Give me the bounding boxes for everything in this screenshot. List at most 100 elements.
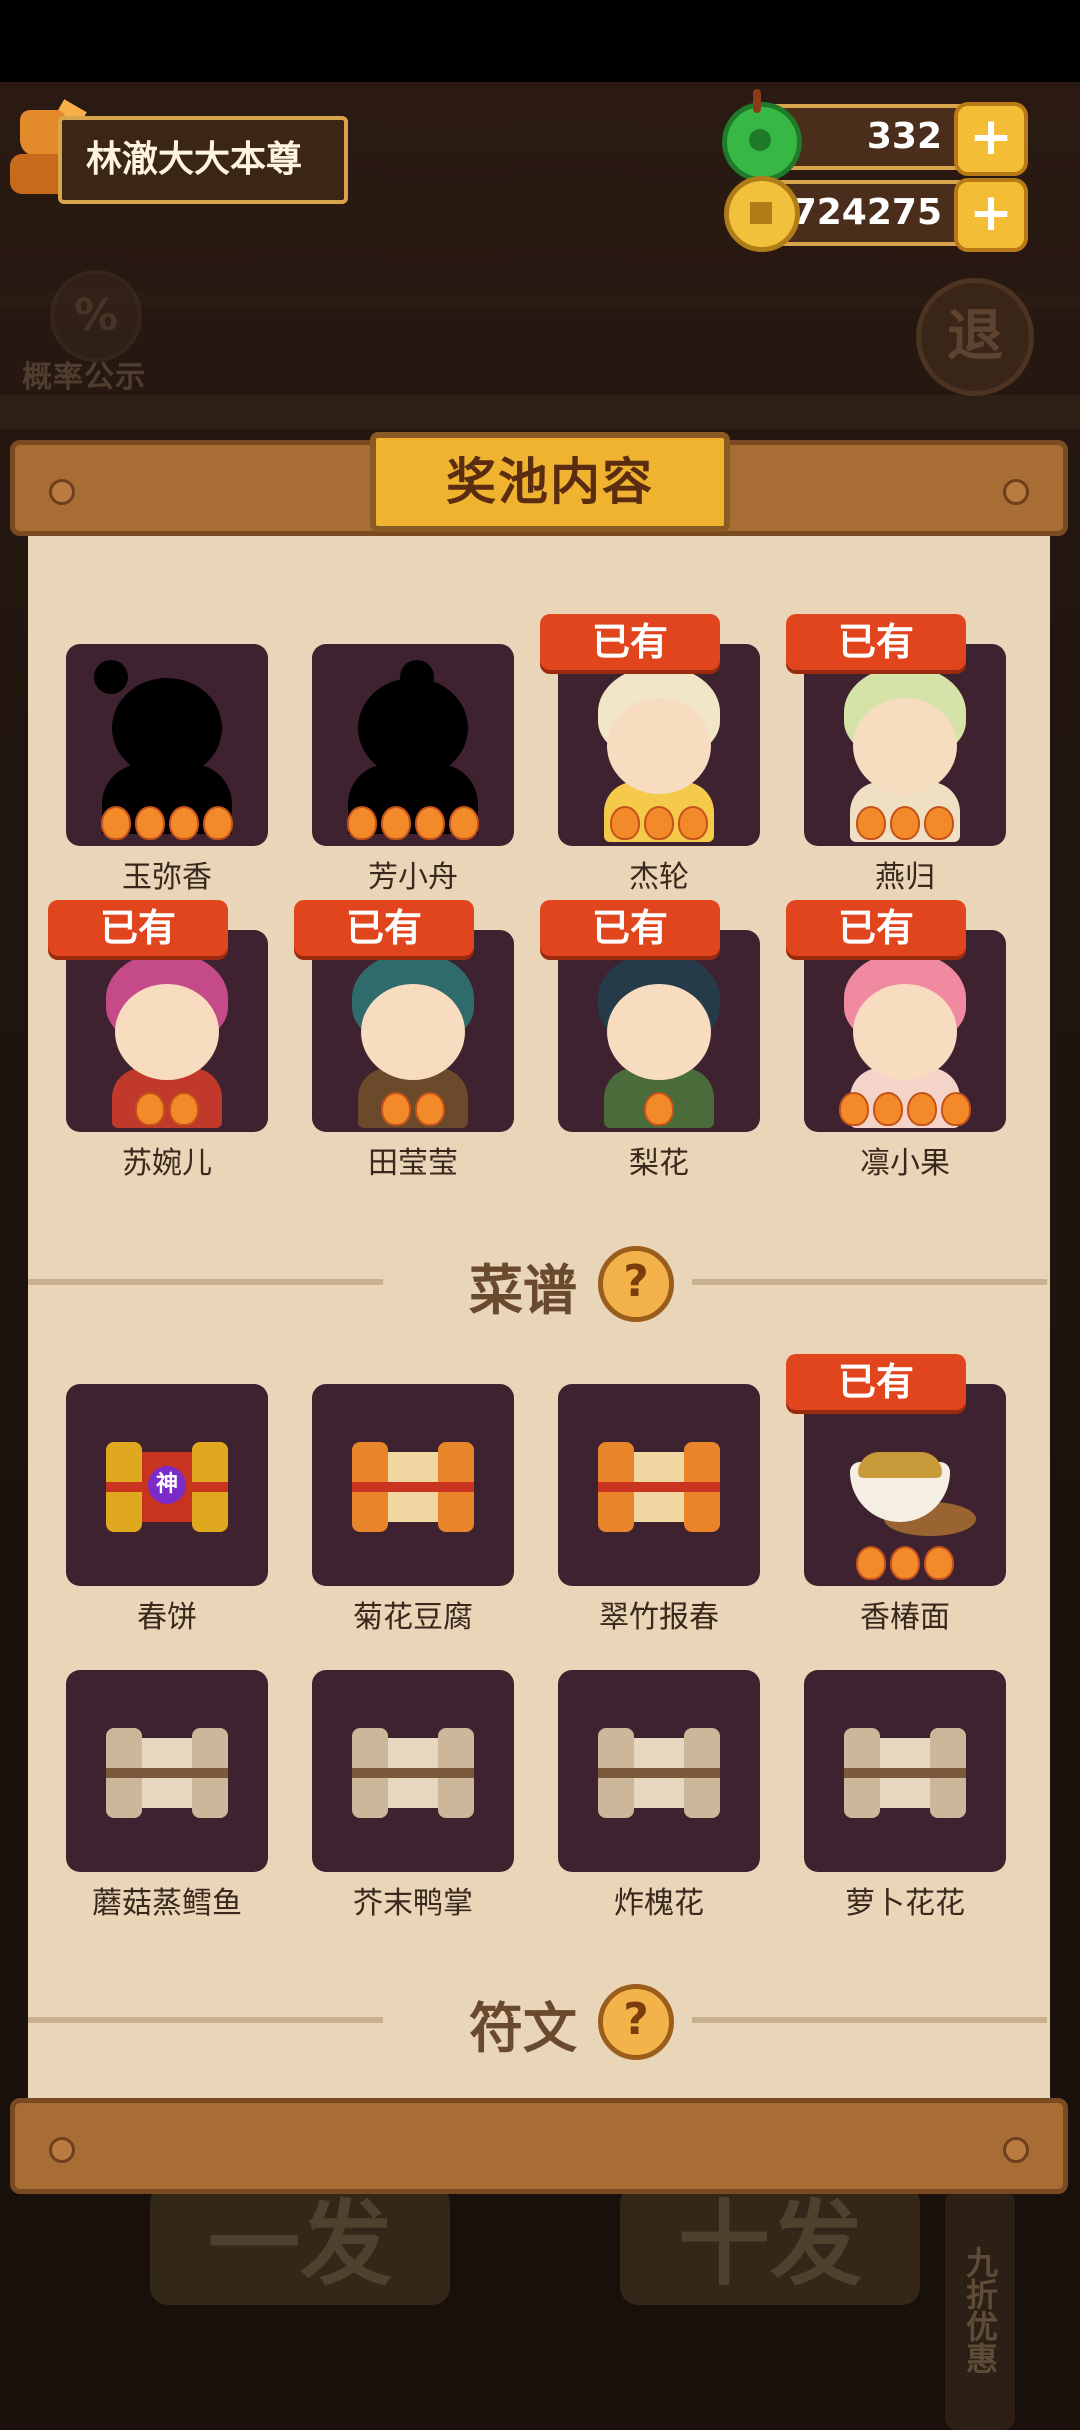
probability-label[interactable]: 概率公示 bbox=[22, 352, 146, 396]
recipe-scroll-icon bbox=[844, 1728, 966, 1818]
recipe-scroll-icon: 神 bbox=[106, 1442, 228, 1532]
character-card[interactable] bbox=[312, 644, 514, 846]
runes-help-icon[interactable]: ? bbox=[598, 1984, 674, 2060]
recipe-name: 翠竹报春 bbox=[599, 1600, 719, 1635]
silhouette-bun bbox=[94, 660, 128, 694]
rarity-flames bbox=[558, 1092, 760, 1126]
character-portrait bbox=[607, 984, 711, 1080]
divider-line bbox=[692, 2017, 1047, 2023]
dish-food bbox=[858, 1452, 942, 1478]
player-name-plate[interactable]: 林澈大大本尊 bbox=[58, 116, 348, 204]
recipe-name: 萝卜花花 bbox=[845, 1886, 965, 1921]
character-name: 燕归 bbox=[875, 860, 935, 895]
recipe-name: 蘑菇蒸鳕鱼 bbox=[92, 1886, 242, 1921]
owned-badge: 已有 bbox=[48, 900, 228, 956]
recipes-section-header: 菜谱? bbox=[28, 1236, 1050, 1326]
scroll-tie bbox=[598, 1482, 720, 1492]
character-card[interactable] bbox=[66, 644, 268, 846]
jade-value: 332 bbox=[866, 116, 942, 157]
flame-icon bbox=[415, 806, 445, 840]
character-name: 梨花 bbox=[629, 1146, 689, 1181]
background-rail bbox=[0, 395, 1080, 429]
ten-draw-button[interactable]: 十发 bbox=[620, 2185, 920, 2305]
panel-bottom-bar bbox=[10, 2098, 1068, 2194]
add-jade-button[interactable]: + bbox=[954, 102, 1028, 176]
flame-icon bbox=[203, 806, 233, 840]
recipe-card[interactable] bbox=[804, 1384, 1006, 1586]
character-name: 杰轮 bbox=[629, 860, 689, 895]
divine-badge: 神 bbox=[148, 1466, 186, 1504]
recipe-scroll-icon bbox=[598, 1442, 720, 1532]
discount-tag: 九折优惠 bbox=[945, 2190, 1015, 2430]
flame-icon bbox=[381, 1092, 411, 1126]
recipes-section-title: 菜谱 bbox=[469, 1259, 577, 1322]
flame-icon bbox=[169, 806, 199, 840]
flame-icon bbox=[101, 806, 131, 840]
character-name: 田莹莹 bbox=[368, 1146, 458, 1181]
rarity-flames bbox=[804, 806, 1006, 840]
background-rail bbox=[0, 290, 1080, 308]
recipe-scroll-icon bbox=[352, 1728, 474, 1818]
runes-section-title: 符文 bbox=[469, 1997, 577, 2060]
add-coins-button[interactable]: + bbox=[954, 178, 1028, 252]
rarity-flames bbox=[66, 806, 268, 840]
flame-icon bbox=[135, 1092, 165, 1126]
character-portrait bbox=[853, 698, 957, 794]
exit-button[interactable]: 退 bbox=[916, 278, 1034, 396]
divider-line bbox=[28, 1279, 383, 1285]
divider-line bbox=[692, 1279, 1047, 1285]
recipe-card[interactable] bbox=[312, 1670, 514, 1872]
rarity-flames bbox=[804, 1092, 1006, 1126]
rarity-flames bbox=[312, 1092, 514, 1126]
status-bar bbox=[0, 0, 1080, 82]
runes-section-header: 符文? bbox=[28, 1974, 1050, 2064]
character-card[interactable] bbox=[312, 930, 514, 1132]
character-portrait bbox=[853, 984, 957, 1080]
scroll-tie bbox=[598, 1768, 720, 1778]
character-card[interactable] bbox=[804, 644, 1006, 846]
recipe-name: 香椿面 bbox=[860, 1600, 950, 1635]
recipe-card[interactable] bbox=[312, 1384, 514, 1586]
flame-icon bbox=[347, 806, 377, 840]
recipe-scroll-icon bbox=[106, 1728, 228, 1818]
probability-icon[interactable]: % bbox=[50, 270, 142, 362]
owned-badge: 已有 bbox=[540, 614, 720, 670]
character-portrait bbox=[607, 698, 711, 794]
coin-icon bbox=[724, 176, 800, 252]
flame-icon bbox=[873, 1092, 903, 1126]
character-card[interactable] bbox=[66, 930, 268, 1132]
divider-line bbox=[28, 2017, 383, 2023]
recipe-card[interactable]: 神 bbox=[66, 1384, 268, 1586]
scroll-tie bbox=[844, 1768, 966, 1778]
recipe-card[interactable] bbox=[804, 1670, 1006, 1872]
flame-icon bbox=[678, 806, 708, 840]
recipe-card[interactable] bbox=[558, 1384, 760, 1586]
silhouette-bun bbox=[400, 660, 434, 694]
prize-pool-panel: 玉弥香 芳小舟 已有 杰轮 已有 燕归 已有 苏婉儿 已有 田莹莹 已有 梨花 已有 凛小果 菜谱? 神春饼菊… bbox=[28, 536, 1050, 2098]
rarity-flames bbox=[558, 806, 760, 840]
owned-badge: 已有 bbox=[786, 900, 966, 956]
recipe-card[interactable] bbox=[66, 1670, 268, 1872]
recipe-name: 春饼 bbox=[137, 1600, 197, 1635]
recipe-scroll-icon bbox=[352, 1442, 474, 1532]
flame-icon bbox=[415, 1092, 445, 1126]
recipe-card[interactable] bbox=[558, 1670, 760, 1872]
flame-icon bbox=[135, 806, 165, 840]
character-portrait bbox=[361, 984, 465, 1080]
single-draw-button[interactable]: 一发 bbox=[150, 2185, 450, 2305]
flame-icon bbox=[169, 1092, 199, 1126]
owned-badge: 已有 bbox=[294, 900, 474, 956]
flame-icon bbox=[856, 806, 886, 840]
character-card[interactable] bbox=[558, 930, 760, 1132]
character-name: 凛小果 bbox=[860, 1146, 950, 1181]
rarity-flames bbox=[312, 806, 514, 840]
rarity-flames bbox=[66, 1092, 268, 1126]
scroll-tie bbox=[352, 1482, 474, 1492]
character-card[interactable] bbox=[804, 930, 1006, 1132]
recipes-help-icon[interactable]: ? bbox=[598, 1246, 674, 1322]
player-name: 林澈大大本尊 bbox=[86, 139, 303, 180]
character-card[interactable] bbox=[558, 644, 760, 846]
flame-icon bbox=[856, 1546, 886, 1580]
recipe-name: 芥末鸭掌 bbox=[353, 1886, 473, 1921]
flame-icon bbox=[890, 806, 920, 840]
